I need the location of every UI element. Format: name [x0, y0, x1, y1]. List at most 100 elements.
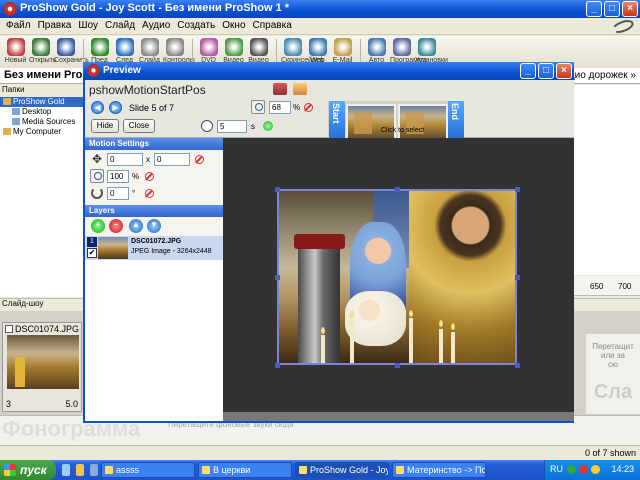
tree-item-label: Desktop [22, 107, 52, 116]
menu-window[interactable]: Окно [220, 18, 250, 34]
layer-zoom-unit: % [132, 172, 140, 181]
tray-antivirus-icon[interactable] [579, 465, 588, 474]
maximize-button[interactable]: □ [604, 1, 620, 17]
position-y-field[interactable]: 0 [154, 153, 190, 166]
tray-volume-icon[interactable] [591, 465, 600, 474]
slide-thumbnail[interactable] [7, 335, 79, 389]
position-x-field[interactable]: 0 [107, 153, 143, 166]
menu-create[interactable]: Создать [175, 18, 220, 34]
task-materinstvo[interactable]: Материнство -> Пом... [392, 462, 486, 478]
layer-zoom-reset-icon[interactable] [145, 172, 154, 181]
main-window-title: ProShow Gold - Joy Scott - Без имени Pro… [20, 2, 290, 14]
task-assss[interactable]: assss [101, 462, 195, 478]
menu-show[interactable]: Шоу [76, 18, 103, 34]
next-slide-button[interactable]: ▶ [109, 101, 122, 114]
resize-handle[interactable] [275, 275, 280, 280]
apply-duration-icon[interactable] [263, 121, 273, 131]
preview-minimize-button[interactable]: _ [520, 63, 536, 79]
move-layer-up-button[interactable]: ▲ [129, 219, 143, 233]
layer-row[interactable]: 1 ✔ DSC01072.JPG JPEG Image - 3264x2448 [85, 236, 223, 260]
folder-icon [12, 108, 20, 116]
toolbar-button-new[interactable]: Новый [4, 36, 27, 68]
remove-layer-button[interactable]: − [109, 219, 123, 233]
zoom-unit: % [293, 103, 301, 112]
timeline-start-marker[interactable]: Start [329, 101, 345, 143]
program-icon [392, 38, 411, 56]
duration-field[interactable]: 5 [217, 120, 247, 133]
canvas-scrollbar[interactable] [223, 412, 574, 421]
preview-title: Preview [103, 65, 141, 76]
tray-network-icon[interactable] [567, 465, 576, 474]
main-title-bar: ProShow Gold - Joy Scott - Без имени Pro… [0, 0, 640, 18]
taskbar: пуск assss В церкви ProShow Gold - Joy S… [0, 460, 640, 480]
layer-visible-checkbox[interactable]: ✔ [87, 248, 97, 258]
preview-slide-name: pshowMotionStartPos [89, 83, 206, 97]
menu-audio[interactable]: Аудио [140, 18, 175, 34]
slide-filename: DSC01074.JPG [15, 324, 80, 334]
slide-card[interactable]: DSC01074.JPG 3 5.0 [2, 322, 82, 412]
menu-slide[interactable]: Слайд [103, 18, 140, 34]
photo-flame [349, 311, 354, 319]
menu-edit[interactable]: Правка [36, 18, 77, 34]
tree-item[interactable]: My Computer [0, 127, 83, 137]
quicklaunch-folder-icon[interactable] [76, 464, 84, 476]
tree-item[interactable]: Desktop [0, 107, 83, 117]
layer-frame[interactable] [277, 189, 517, 365]
resize-handle[interactable] [275, 187, 280, 192]
position-reset-icon[interactable] [195, 155, 204, 164]
resize-handle[interactable] [395, 363, 400, 368]
slide-duration[interactable]: 5.0 [65, 399, 78, 409]
folder-icon [3, 98, 11, 106]
resize-handle[interactable] [515, 363, 520, 368]
layer-zoom-icon [90, 169, 104, 183]
minimize-button[interactable]: _ [586, 1, 602, 17]
slide-checkbox[interactable] [5, 325, 13, 333]
folders-header: Папки [0, 85, 84, 97]
preview-close-button[interactable]: × [556, 63, 572, 79]
close-button[interactable]: × [622, 1, 638, 17]
end-keyframe-thumbnail[interactable] [398, 104, 448, 142]
drop-hint-big: Сла [593, 381, 633, 403]
slide-drop-zone[interactable]: Перетащит или за сю Сла [586, 334, 640, 414]
move-layer-down-button[interactable]: ▼ [147, 219, 161, 233]
autorun-cd-icon [367, 38, 386, 56]
quicklaunch-ie-icon[interactable] [62, 464, 70, 476]
prev-slide-button[interactable]: ◀ [91, 101, 104, 114]
resize-handle[interactable] [395, 187, 400, 192]
task-proshow[interactable]: ProShow Gold - Joy S... [295, 462, 389, 478]
add-layer-button[interactable]: + [91, 219, 105, 233]
resize-handle[interactable] [515, 275, 520, 280]
preview-maximize-button[interactable]: □ [538, 63, 554, 79]
tree-item[interactable]: ProShow Gold [0, 97, 83, 107]
start-button[interactable]: пуск [0, 460, 56, 480]
resize-handle[interactable] [515, 187, 520, 192]
tree-item[interactable]: Media Sources [0, 117, 83, 127]
language-indicator[interactable]: RU [550, 464, 563, 474]
close-preview-button[interactable]: Close [123, 119, 155, 133]
folder-icon [3, 128, 11, 136]
effects-icon[interactable] [293, 83, 307, 95]
rotation-reset-icon[interactable] [145, 189, 154, 198]
timeline-end-marker[interactable]: End [448, 101, 464, 143]
toolbar-button-save[interactable]: Сохранить [54, 36, 89, 68]
rotation-field[interactable]: 0 [107, 187, 129, 200]
film-icon[interactable] [273, 83, 287, 95]
resize-handle[interactable] [275, 363, 280, 368]
menu-file[interactable]: Файл [4, 18, 36, 34]
duration-clock-icon [201, 120, 213, 132]
hide-button[interactable]: Hide [91, 119, 119, 133]
task-church[interactable]: В церкви [198, 462, 292, 478]
preview-title-bar: Preview _ □ × [83, 62, 574, 80]
menu-help[interactable]: Справка [251, 18, 297, 34]
layers-list: 1 ✔ DSC01072.JPG JPEG Image - 3264x2448 [85, 236, 223, 421]
zoom-reset-icon[interactable] [304, 103, 313, 112]
open-icon [31, 38, 50, 56]
timeline-hint: Click to select [381, 127, 425, 134]
drop-hint-line1: Перетащит [592, 342, 634, 351]
slide-icon [140, 38, 159, 56]
zoom-field[interactable]: 68 [269, 101, 291, 114]
start-keyframe-thumbnail[interactable] [346, 104, 396, 142]
layer-zoom-field[interactable]: 100 [107, 170, 129, 183]
quicklaunch-desktop-icon[interactable] [90, 464, 98, 476]
toolbar-button-open[interactable]: Открыть [29, 36, 57, 68]
